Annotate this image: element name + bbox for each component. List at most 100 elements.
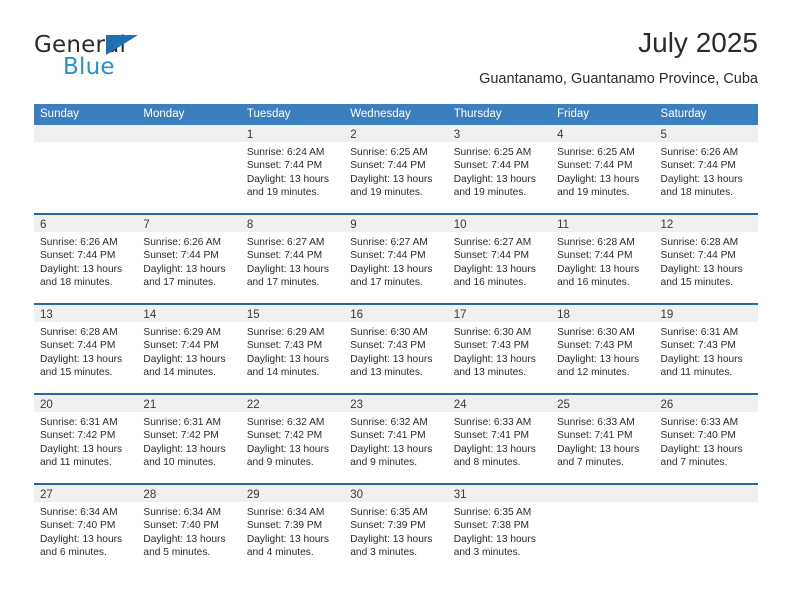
- calendar-day-cell[interactable]: 26 Sunrise: 6:33 AM Sunset: 7:40 PM Dayligh…: [654, 395, 758, 483]
- day-details: Sunrise: 6:28 AM Sunset: 7:44 PM Daylight:…: [34, 322, 137, 380]
- day-details: Sunrise: 6:35 AM Sunset: 7:39 PM Daylight:…: [344, 502, 447, 560]
- day-details: Sunrise: 6:33 AM Sunset: 7:41 PM Daylight:…: [448, 412, 551, 470]
- day-number-band: [34, 125, 138, 142]
- day-number: 12: [660, 219, 674, 231]
- sunrise-text: Sunrise: 6:28 AM: [557, 237, 635, 248]
- day-number-band: 8: [240, 215, 345, 232]
- calendar-day-cell[interactable]: 8 Sunrise: 6:27 AM Sunset: 7:44 PM Daylight…: [240, 215, 345, 303]
- calendar-day-cell[interactable]: 1 Sunrise: 6:24 AM Sunset: 7:44 PM Daylight…: [240, 125, 345, 213]
- sunrise-text: Sunrise: 6:26 AM: [40, 237, 118, 248]
- daylight-text: Daylight: 13 hours and 9 minutes.: [246, 443, 329, 469]
- day-number-band: 25: [551, 395, 655, 412]
- day-number: 2: [350, 129, 357, 141]
- day-details: Sunrise: 6:27 AM Sunset: 7:44 PM Daylight:…: [344, 232, 447, 290]
- weekday-friday: Friday: [557, 108, 590, 120]
- calendar-day-cell[interactable]: 13 Sunrise: 6:28 AM Sunset: 7:44 PM Dayligh…: [34, 305, 138, 393]
- daylight-text: Daylight: 13 hours and 3 minutes.: [350, 533, 433, 559]
- weekday-header-row: Sunday Monday Tuesday Wednesday Thursday…: [34, 104, 758, 125]
- daylight-text: Daylight: 13 hours and 7 minutes.: [660, 443, 743, 469]
- calendar-day-cell[interactable]: 16 Sunrise: 6:30 AM Sunset: 7:43 PM Dayligh…: [344, 305, 448, 393]
- day-number-band: 15: [240, 305, 345, 322]
- day-details: Sunrise: 6:30 AM Sunset: 7:43 PM Daylight:…: [344, 322, 447, 380]
- sunset-text: Sunset: 7:44 PM: [143, 250, 219, 262]
- day-number: 16: [350, 309, 364, 321]
- sunrise-text: Sunrise: 6:24 AM: [246, 147, 325, 158]
- calendar-day-cell[interactable]: 31 Sunrise: 6:35 AM Sunset: 7:38 PM Dayligh…: [447, 485, 552, 573]
- sunset-text: Sunset: 7:43 PM: [246, 340, 323, 352]
- day-details: Sunrise: 6:26 AM Sunset: 7:44 PM Daylight:…: [34, 232, 137, 290]
- calendar-day-cell[interactable]: 15 Sunrise: 6:29 AM Sunset: 7:43 PM Dayligh…: [240, 305, 345, 393]
- calendar-day-cell[interactable]: 28 Sunrise: 6:34 AM Sunset: 7:40 PM Dayligh…: [137, 485, 241, 573]
- calendar-day-cell[interactable]: 20 Sunrise: 6:31 AM Sunset: 7:42 PM Dayligh…: [34, 395, 138, 483]
- sunset-text: Sunset: 7:43 PM: [660, 340, 736, 352]
- daylight-text: Daylight: 13 hours and 12 minutes.: [557, 353, 640, 379]
- day-number: 17: [453, 309, 467, 321]
- sunset-text: Sunset: 7:44 PM: [660, 250, 736, 262]
- general-blue-logo[interactable]: General Blue: [34, 32, 214, 88]
- calendar-day-cell[interactable]: 7 Sunrise: 6:26 AM Sunset: 7:44 PM Daylight…: [137, 215, 241, 303]
- daylight-text: Daylight: 13 hours and 19 minutes.: [350, 173, 433, 199]
- daylight-text: Daylight: 13 hours and 14 minutes.: [246, 353, 329, 379]
- day-details: Sunrise: 6:25 AM Sunset: 7:44 PM Daylight:…: [551, 142, 654, 200]
- calendar-day-cell[interactable]: 24 Sunrise: 6:33 AM Sunset: 7:41 PM Dayligh…: [447, 395, 552, 483]
- daylight-text: Daylight: 13 hours and 10 minutes.: [143, 443, 226, 469]
- calendar-day-cell[interactable]: 29 Sunrise: 6:34 AM Sunset: 7:39 PM Dayligh…: [240, 485, 345, 573]
- calendar-day-cell[interactable]: 25 Sunrise: 6:33 AM Sunset: 7:41 PM Dayligh…: [551, 395, 655, 483]
- day-number: 4: [557, 129, 564, 141]
- calendar-day-cell[interactable]: 10 Sunrise: 6:27 AM Sunset: 7:44 PM Dayligh…: [447, 215, 552, 303]
- calendar-day-cell[interactable]: 21 Sunrise: 6:31 AM Sunset: 7:42 PM Dayligh…: [137, 395, 241, 483]
- daylight-text: Daylight: 13 hours and 19 minutes.: [453, 173, 536, 199]
- calendar-day-cell[interactable]: 3 Sunrise: 6:25 AM Sunset: 7:44 PM Daylight…: [447, 125, 552, 213]
- daylight-text: Daylight: 13 hours and 11 minutes.: [40, 443, 123, 469]
- day-details: Sunrise: 6:30 AM Sunset: 7:43 PM Daylight:…: [551, 322, 654, 380]
- sunset-text: Sunset: 7:44 PM: [40, 250, 116, 262]
- sunset-text: Sunset: 7:44 PM: [453, 250, 530, 262]
- daylight-text: Daylight: 13 hours and 14 minutes.: [143, 353, 226, 379]
- sunset-text: Sunset: 7:43 PM: [350, 340, 426, 352]
- calendar-day-cell[interactable]: 19 Sunrise: 6:31 AM Sunset: 7:43 PM Dayligh…: [654, 305, 758, 393]
- sunrise-text: Sunrise: 6:27 AM: [246, 237, 325, 248]
- calendar-day-cell[interactable]: 9 Sunrise: 6:27 AM Sunset: 7:44 PM Daylight…: [344, 215, 448, 303]
- sunrise-text: Sunrise: 6:25 AM: [350, 147, 428, 158]
- day-number: 30: [350, 489, 364, 501]
- day-number-band: 31: [447, 485, 552, 502]
- calendar-day-cell[interactable]: 18 Sunrise: 6:30 AM Sunset: 7:43 PM Dayligh…: [551, 305, 655, 393]
- day-number-band: 23: [344, 395, 448, 412]
- day-number: 11: [557, 219, 570, 231]
- day-details: Sunrise: 6:29 AM Sunset: 7:43 PM Daylight:…: [241, 322, 344, 380]
- sunrise-text: Sunrise: 6:31 AM: [143, 417, 222, 428]
- calendar-day-cell[interactable]: 17 Sunrise: 6:30 AM Sunset: 7:43 PM Dayligh…: [447, 305, 552, 393]
- calendar-day-cell-empty: [654, 485, 758, 573]
- calendar-day-cell[interactable]: 23 Sunrise: 6:32 AM Sunset: 7:41 PM Dayligh…: [344, 395, 448, 483]
- day-details: Sunrise: 6:27 AM Sunset: 7:44 PM Daylight:…: [241, 232, 344, 290]
- daylight-text: Daylight: 13 hours and 7 minutes.: [557, 443, 640, 469]
- calendar-day-cell[interactable]: 11 Sunrise: 6:28 AM Sunset: 7:44 PM Dayligh…: [551, 215, 655, 303]
- calendar-day-cell[interactable]: 2 Sunrise: 6:25 AM Sunset: 7:44 PM Daylight…: [344, 125, 448, 213]
- sunset-text: Sunset: 7:42 PM: [246, 430, 323, 442]
- day-details: Sunrise: 6:31 AM Sunset: 7:42 PM Daylight:…: [137, 412, 240, 470]
- daylight-text: Daylight: 13 hours and 17 minutes.: [350, 263, 433, 289]
- sunrise-text: Sunrise: 6:33 AM: [557, 417, 635, 428]
- calendar-day-cell[interactable]: 27 Sunrise: 6:34 AM Sunset: 7:40 PM Dayligh…: [34, 485, 138, 573]
- sunset-text: Sunset: 7:44 PM: [350, 250, 426, 262]
- day-number: 14: [143, 309, 157, 321]
- calendar-day-cell[interactable]: 6 Sunrise: 6:26 AM Sunset: 7:44 PM Daylight…: [34, 215, 138, 303]
- calendar-day-cell-empty: [34, 125, 138, 213]
- sunset-text: Sunset: 7:44 PM: [246, 160, 323, 172]
- calendar-day-cell[interactable]: 22 Sunrise: 6:32 AM Sunset: 7:42 PM Dayligh…: [240, 395, 345, 483]
- calendar-grid: Sunday Monday Tuesday Wednesday Thursday…: [34, 104, 758, 573]
- daylight-text: Daylight: 13 hours and 17 minutes.: [143, 263, 226, 289]
- calendar-day-cell[interactable]: 4 Sunrise: 6:25 AM Sunset: 7:44 PM Daylight…: [551, 125, 655, 213]
- sunset-text: Sunset: 7:39 PM: [246, 520, 323, 532]
- sunrise-text: Sunrise: 6:26 AM: [660, 147, 739, 158]
- calendar-day-cell[interactable]: 14 Sunrise: 6:29 AM Sunset: 7:44 PM Dayligh…: [137, 305, 241, 393]
- day-number: 19: [660, 309, 674, 321]
- calendar-day-cell[interactable]: 5 Sunrise: 6:26 AM Sunset: 7:44 PM Daylight…: [654, 125, 758, 213]
- sunrise-text: Sunrise: 6:30 AM: [557, 327, 635, 338]
- day-details: Sunrise: 6:35 AM Sunset: 7:38 PM Daylight:…: [448, 502, 551, 560]
- calendar-day-cell[interactable]: 12 Sunrise: 6:28 AM Sunset: 7:44 PM Dayligh…: [654, 215, 758, 303]
- calendar-day-cell[interactable]: 30 Sunrise: 6:35 AM Sunset: 7:39 PM Dayligh…: [344, 485, 448, 573]
- day-details: Sunrise: 6:25 AM Sunset: 7:44 PM Daylight:…: [344, 142, 447, 200]
- day-number: 20: [40, 399, 53, 411]
- day-number-band: 18: [551, 305, 655, 322]
